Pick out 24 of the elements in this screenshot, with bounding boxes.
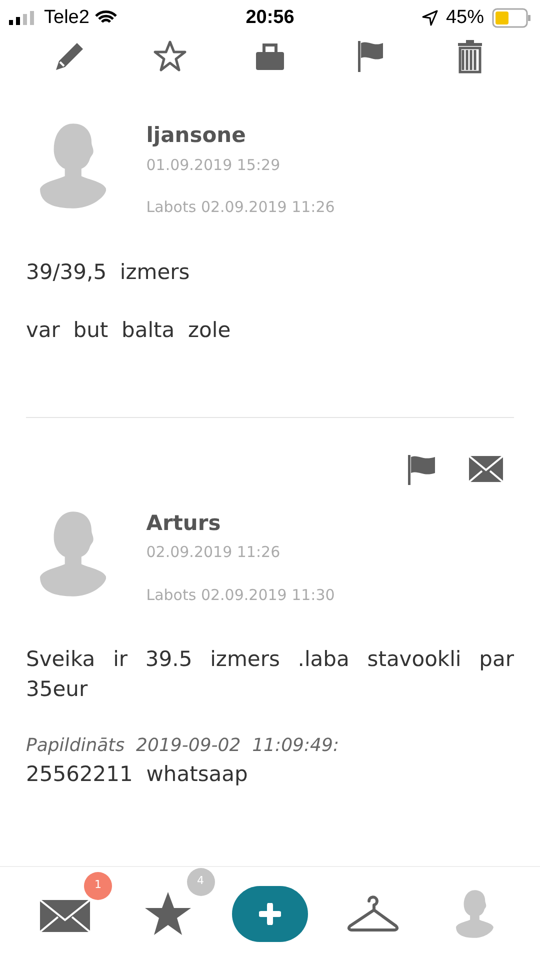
plus-icon — [259, 902, 281, 924]
edited-date: Labots 02.09.2019 11:30 — [146, 584, 335, 606]
star-icon[interactable] — [152, 38, 188, 74]
count-badge: 4 — [186, 868, 214, 896]
count-badge: 1 — [84, 872, 112, 900]
author-name[interactable]: Arturs — [146, 508, 335, 539]
comment-text: Sveika ir 39.5 izmers .laba stavookli par 35eur — [26, 646, 514, 703]
battery-percent: 45% — [446, 6, 484, 30]
comment-text: var but balta zole — [26, 316, 232, 344]
battery-icon — [492, 8, 532, 28]
addendum-label: Papildināts 2019-09-02 11:09:49: — [26, 734, 340, 758]
hanger-icon[interactable] — [346, 892, 400, 934]
post-date: 02.09.2019 11:26 — [146, 542, 282, 563]
flag-icon[interactable] — [406, 454, 438, 486]
author-name[interactable]: ljansone — [146, 120, 335, 152]
carrier-name: Tele2 — [44, 6, 90, 30]
addendum-text: 25562211 whatsaap — [26, 761, 249, 788]
star-icon[interactable] — [142, 890, 192, 938]
comment-text: 39/39,5 izmers — [26, 258, 191, 286]
mail-icon[interactable] — [468, 454, 504, 484]
post-date: 01.09.2019 15:29 — [146, 154, 282, 176]
clock: 20:56 — [246, 6, 294, 30]
location-arrow-icon — [422, 10, 438, 26]
edited-date: Labots 02.09.2019 11:26 — [146, 197, 335, 218]
